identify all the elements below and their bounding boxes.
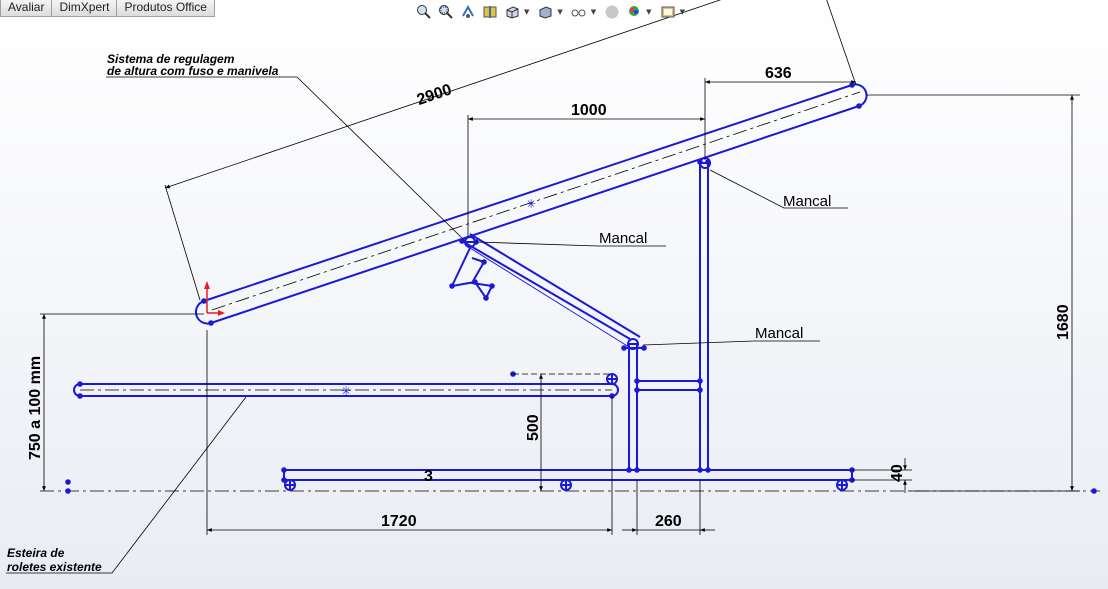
note-sistema-line2[interactable]: de altura com fuso e manivela bbox=[107, 64, 279, 78]
dim-1720-text[interactable]: 1720 bbox=[381, 513, 417, 530]
view-settings-icon[interactable] bbox=[658, 2, 678, 22]
short-support-post[interactable] bbox=[628, 345, 700, 470]
edit-appearance-icon[interactable] bbox=[602, 2, 622, 22]
dim-1000-text[interactable]: 1000 bbox=[571, 102, 607, 119]
display-style-icon[interactable] bbox=[535, 2, 555, 22]
dim-1680-text[interactable]: 1680 bbox=[1055, 304, 1072, 340]
tab-avaliar[interactable]: Avaliar bbox=[0, 0, 53, 17]
dim-2900-text[interactable]: 2900 bbox=[415, 81, 454, 108]
dim-3-text[interactable]: 3 bbox=[424, 468, 433, 485]
tab-produtos-office[interactable]: Produtos Office bbox=[116, 0, 215, 17]
leader-sistema bbox=[106, 76, 463, 239]
tall-support-post[interactable] bbox=[699, 157, 711, 470]
note-esteira-line2[interactable]: roletes existente bbox=[7, 560, 102, 574]
base-frame[interactable] bbox=[283, 469, 853, 491]
dim-750-text[interactable]: 750 a 100 mm bbox=[27, 356, 44, 460]
dim-500-text[interactable]: 500 bbox=[525, 414, 542, 441]
sketch-canvas[interactable]: ✳ ✳ 2900 636 1000 1680 750 a 100 mm 500 … bbox=[0, 0, 1108, 589]
note-mancal-2[interactable]: Mancal bbox=[599, 230, 647, 247]
chevron-down-icon[interactable]: ▼ bbox=[646, 8, 651, 16]
command-manager-tabs: Avaliar DimXpert Produtos Office bbox=[0, 0, 215, 17]
note-mancal-3[interactable]: Mancal bbox=[755, 325, 803, 342]
heads-up-view-toolbar: ▼ ▼ ▼ ▼ ▼ bbox=[414, 2, 689, 22]
tab-dimxpert[interactable]: DimXpert bbox=[51, 0, 118, 17]
spindle-line bbox=[469, 247, 630, 348]
note-mancal-1[interactable]: Mancal bbox=[783, 193, 831, 210]
zoom-to-fit-icon[interactable] bbox=[414, 2, 434, 22]
chevron-down-icon[interactable]: ▼ bbox=[591, 8, 596, 16]
sketch-points bbox=[65, 82, 1097, 494]
chevron-down-icon[interactable]: ▼ bbox=[524, 8, 529, 16]
previous-view-icon[interactable] bbox=[458, 2, 478, 22]
zoom-to-area-icon[interactable] bbox=[436, 2, 456, 22]
chevron-down-icon[interactable]: ▼ bbox=[557, 8, 562, 16]
section-view-icon[interactable] bbox=[480, 2, 500, 22]
view-orientation-icon[interactable] bbox=[502, 2, 522, 22]
dim-2900-line[interactable] bbox=[164, 0, 838, 189]
conveyor-midpoint-mark: ✳ bbox=[341, 384, 351, 398]
dim-40-text[interactable]: 40 bbox=[889, 464, 906, 482]
inclined-midpoint-mark: ✳ bbox=[526, 197, 536, 211]
note-esteira-line1[interactable]: Esteira de bbox=[7, 546, 65, 560]
chevron-down-icon[interactable]: ▼ bbox=[680, 8, 685, 16]
dim-260-text[interactable]: 260 bbox=[655, 513, 682, 530]
apply-scene-icon[interactable] bbox=[624, 2, 644, 22]
hide-show-items-icon[interactable] bbox=[569, 2, 589, 22]
dim-636-text[interactable]: 636 bbox=[765, 65, 792, 82]
